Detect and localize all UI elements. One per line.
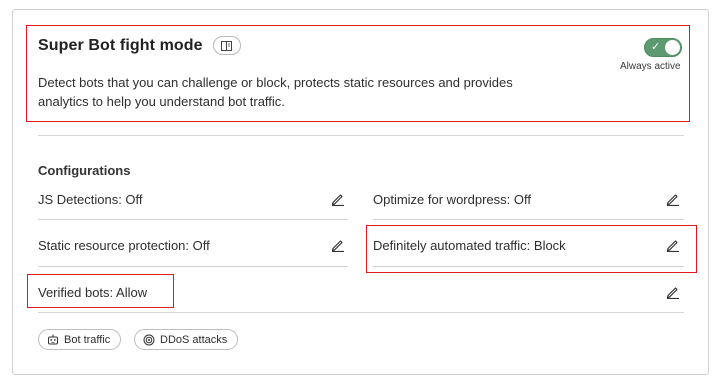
header-divider [38,135,684,136]
pencil-icon[interactable] [331,238,345,253]
toggle-knob [665,40,680,55]
ddos-attacks-chip[interactable]: DDoS attacks [134,329,239,350]
chip-label: Bot traffic [64,333,111,346]
target-icon [143,334,155,345]
toggle-caption: Always active [620,61,681,72]
header-title-row: Super Bot fight mode [38,36,241,55]
row-divider [38,219,348,220]
chip-label: DDoS attacks [160,333,228,346]
row-divider [38,312,684,313]
bot-traffic-chip[interactable]: Bot traffic [38,329,122,350]
config-js-detections: JS Detections: Off [38,192,143,207]
pencil-icon[interactable] [666,285,680,300]
robot-icon [48,334,58,345]
always-active-toggle[interactable]: ✓ [644,38,682,57]
config-verified-bots: Verified bots: Allow [38,285,148,300]
row-divider [373,266,684,267]
header-description: Detect bots that you can challenge or bl… [38,75,513,109]
pencil-icon[interactable] [331,192,345,207]
book-icon[interactable] [212,36,241,55]
page-title: Super Bot fight mode [38,36,203,54]
config-optimize-wordpress: Optimize for wordpress: Off [373,192,531,207]
pencil-icon[interactable] [666,192,680,207]
config-automated-traffic: Definitely automated traffic: Block [373,238,566,253]
check-icon: ✓ [651,41,661,53]
pencil-icon[interactable] [666,238,680,253]
configurations-heading: Configurations [38,163,131,178]
config-static-resource: Static resource protection: Off [38,238,210,253]
row-divider [373,219,684,220]
row-divider [38,266,348,267]
